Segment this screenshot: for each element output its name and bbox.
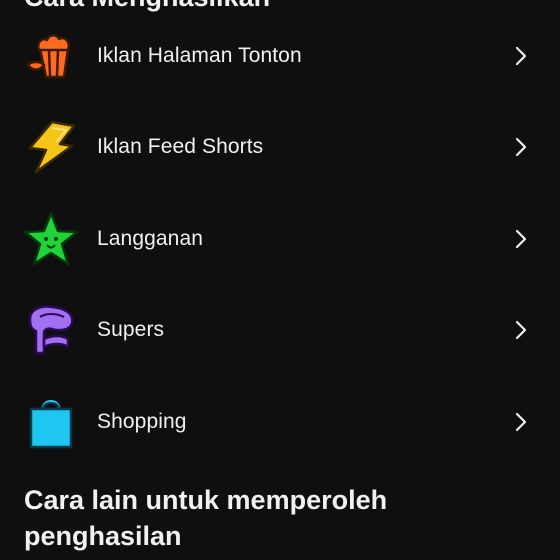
item-label: Iklan Feed Shorts xyxy=(97,135,264,159)
section-title-other-ways-to-earn: Cara lain untuk memperoleh penghasilan xyxy=(24,485,388,551)
earning-options-list: Iklan Halaman Tonton Iklan Feed Shorts L… xyxy=(0,10,560,468)
star-icon xyxy=(22,210,80,268)
super-chat-icon xyxy=(22,301,80,359)
chevron-right-icon xyxy=(512,318,530,342)
item-label: Supers xyxy=(97,318,165,342)
item-label: Langganan xyxy=(97,226,204,250)
list-item-iklan-halaman-tonton[interactable]: Iklan Halaman Tonton xyxy=(0,10,560,102)
list-item-supers[interactable]: Supers xyxy=(0,285,560,377)
list-item-shopping[interactable]: Shopping xyxy=(0,376,560,468)
lightning-icon xyxy=(22,118,80,176)
item-label: Shopping xyxy=(97,409,187,433)
chevron-right-icon xyxy=(512,135,530,159)
item-label: Iklan Halaman Tonton xyxy=(97,43,302,67)
chevron-right-icon xyxy=(512,44,530,68)
list-item-langganan[interactable]: Langganan xyxy=(0,193,560,285)
popcorn-icon xyxy=(22,27,80,85)
chevron-right-icon xyxy=(512,410,530,434)
chevron-right-icon xyxy=(512,227,530,251)
list-item-iklan-feed-shorts[interactable]: Iklan Feed Shorts xyxy=(0,102,560,194)
shopping-bag-icon xyxy=(22,393,80,451)
